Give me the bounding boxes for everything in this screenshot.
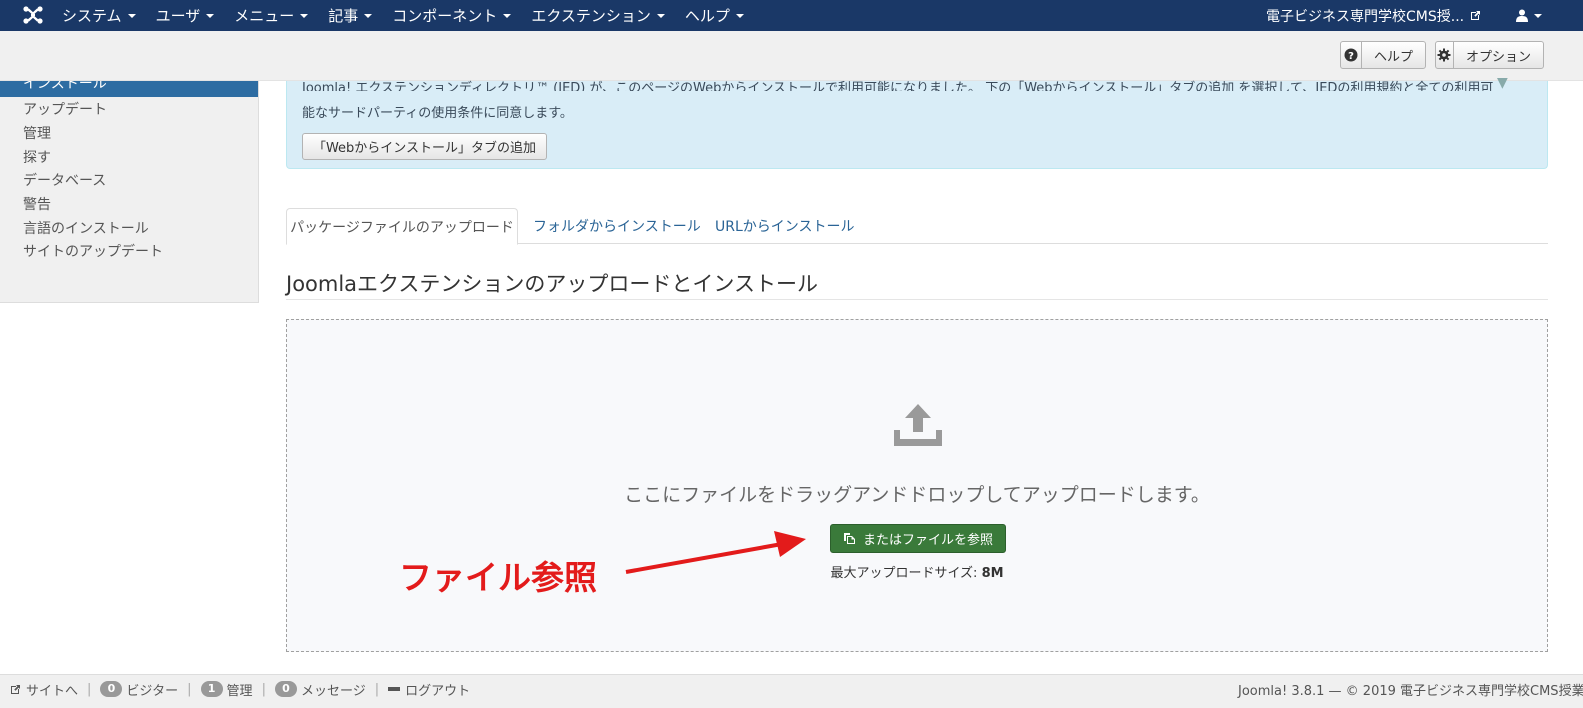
close-icon[interactable]: ▼ [1497, 75, 1508, 91]
upload-icon [894, 404, 942, 446]
minus-icon [388, 687, 401, 691]
svg-text:?: ? [1348, 51, 1354, 62]
logout-link[interactable]: ログアウト [388, 680, 470, 699]
section-title: Joomlaエクステンションのアップロードとインストール [286, 272, 818, 296]
external-link-icon [11, 684, 20, 694]
gear-icon [1437, 48, 1451, 62]
menu-extensions[interactable]: エクステンション [521, 0, 675, 31]
sidebar-item-update[interactable]: アップデート [23, 99, 107, 119]
menu-help[interactable]: ヘルプ [675, 0, 754, 31]
visitors-badge: 0 [100, 681, 123, 697]
caret-down-icon [503, 13, 512, 18]
sidebar-item-update-sites[interactable]: サイトのアップデート [23, 241, 163, 261]
menu-content[interactable]: 記事 [318, 0, 382, 31]
toolbar: ? ヘルプ オプション [0, 31, 1583, 81]
jed-message-text: Joomla! エクステンションディレクトリ™ (JED) が、このページのWe… [302, 81, 1494, 91]
tab-upload-package[interactable]: パッケージファイルのアップロード [286, 208, 518, 245]
max-upload-size-value: 8M [981, 566, 1004, 581]
options-button[interactable]: オプション [1435, 41, 1544, 69]
tab-install-url[interactable]: URLからインストール [715, 208, 855, 244]
joomla-logo-icon[interactable] [22, 5, 44, 25]
user-menu[interactable] [1516, 0, 1542, 31]
visitors-link[interactable]: 0 ビジター [100, 680, 178, 699]
caret-down-icon [1534, 13, 1542, 18]
sidebar-item-manage[interactable]: 管理 [23, 123, 51, 143]
menu-menus[interactable]: メニュー [224, 0, 318, 31]
menu-users[interactable]: ユーザ [146, 0, 225, 31]
messages-link[interactable]: 0 メッセージ [274, 680, 366, 699]
top-navbar: システム ユーザ メニュー 記事 コンポーネント エクステンション ヘルプ 電子… [0, 0, 1583, 31]
menu-system[interactable]: システム [52, 0, 146, 31]
sidebar-item-install-languages[interactable]: 言語のインストール [23, 218, 149, 238]
messages-badge: 0 [274, 681, 297, 697]
caret-down-icon [206, 13, 215, 18]
sidebar-item-warnings[interactable]: 警告 [23, 194, 51, 214]
status-bar: サイトへ | 0 ビジター | 1 管理 | 0 メッセージ | ログアウト J… [0, 674, 1583, 708]
caret-down-icon [364, 13, 373, 18]
question-icon: ? [1344, 48, 1358, 62]
drop-instructions: ここにファイルをドラッグアンドドロップしてアップロードします。 [624, 484, 1210, 506]
view-site-link[interactable]: サイトへ [10, 680, 78, 699]
caret-down-icon [735, 13, 744, 18]
site-name: 電子ビジネス専門学校CMS授... [1266, 8, 1465, 25]
annotation-label: ファイル参照 [399, 558, 597, 597]
caret-down-icon [127, 13, 136, 18]
copy-icon [843, 533, 855, 544]
divider [286, 299, 1548, 300]
browse-file-button[interactable]: またはファイルを参照 [830, 524, 1006, 553]
menu-components[interactable]: コンポーネント [382, 0, 521, 31]
sidebar-item-database[interactable]: データベース [23, 170, 106, 190]
upload-dropzone[interactable]: ここにファイルをドラッグアンドドロップしてアップロードします。 またはファイルを… [286, 319, 1548, 652]
jed-message: Joomla! エクステンションディレクトリ™ (JED) が、このページのWe… [286, 75, 1548, 169]
external-link-icon [1471, 11, 1481, 20]
user-icon [1516, 9, 1528, 22]
install-tabs: パッケージファイルのアップロード フォルダからインストール URLからインストー… [286, 208, 1548, 245]
admins-link[interactable]: 1 管理 [200, 680, 253, 699]
help-button[interactable]: ? ヘルプ [1340, 41, 1426, 69]
add-install-from-web-button[interactable]: 「Webからインストール」タブの追加 [302, 133, 547, 160]
main-menu: システム ユーザ メニュー 記事 コンポーネント エクステンション ヘルプ [52, 0, 754, 31]
sidebar-item-install[interactable]: インストール [0, 81, 258, 97]
caret-down-icon [300, 13, 309, 18]
site-link[interactable]: 電子ビジネス専門学校CMS授... [1266, 0, 1481, 31]
annotation-arrow-icon [625, 531, 806, 574]
footer-copyright: Joomla! 3.8.1 — © 2019 電子ビジネス専門学校CMS授業用 [1238, 683, 1583, 699]
sidebar-item-discover[interactable]: 探す [23, 147, 51, 167]
caret-down-icon [656, 13, 665, 18]
jed-message-text-cont: 能なサードパーティの使用条件に同意します。 [302, 106, 573, 121]
sidebar: インストール アップデート 管理 探す データベース 警告 言語のインストール … [0, 81, 259, 303]
tab-install-folder[interactable]: フォルダからインストール [533, 208, 701, 244]
admins-badge: 1 [200, 681, 223, 697]
